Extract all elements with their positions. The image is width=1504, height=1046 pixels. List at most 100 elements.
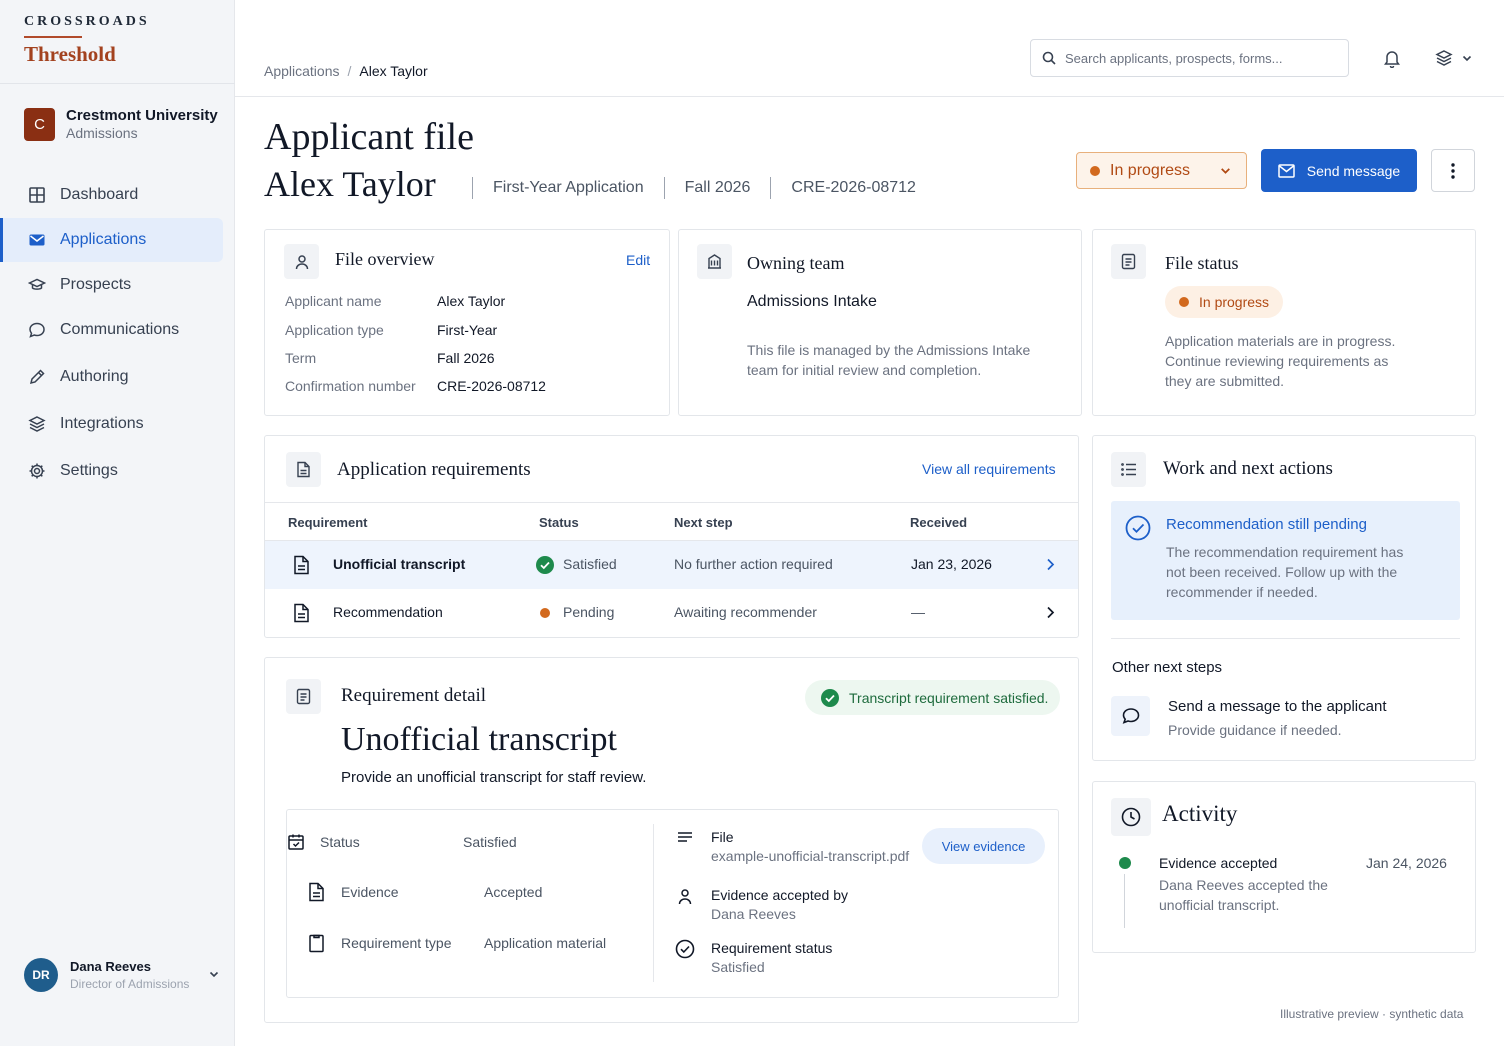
field-label: Confirmation number bbox=[285, 378, 416, 394]
pencil-icon bbox=[29, 369, 45, 385]
status-dropdown[interactable]: In progress bbox=[1076, 152, 1247, 189]
detail-value: Application material bbox=[484, 935, 607, 951]
detail-requirement-status-label: Requirement status bbox=[711, 940, 833, 956]
view-all-requirements-link[interactable]: View all requirements bbox=[922, 461, 1056, 477]
sidebar-item-integrations[interactable]: Integrations bbox=[0, 402, 223, 446]
requirement-subtitle: Provide an unofficial transcript for sta… bbox=[341, 769, 647, 786]
chevron-right-icon bbox=[1047, 558, 1055, 571]
pending-alert[interactable]: Recommendation still pending The recomme… bbox=[1111, 501, 1460, 620]
card-title: Owning team bbox=[747, 253, 845, 273]
requirement-received: — bbox=[911, 604, 925, 620]
team-description: This file is managed by the Admissions I… bbox=[747, 342, 1031, 378]
field-value: CRE-2026-08712 bbox=[437, 378, 546, 394]
detail-value: Accepted bbox=[484, 884, 543, 900]
field-confirmation-number: Confirmation number CRE-2026-08712 bbox=[285, 378, 645, 398]
table-header: Requirement Status Next step Received bbox=[265, 502, 1078, 541]
meta-separator bbox=[663, 177, 665, 199]
sidebar-item-applications[interactable]: Applications bbox=[0, 218, 223, 262]
timeline-line bbox=[1124, 874, 1125, 928]
divider bbox=[1111, 638, 1460, 639]
table-row[interactable]: Recommendation Pending Awaiting recommen… bbox=[265, 589, 1078, 637]
search-icon bbox=[1042, 51, 1056, 65]
grid-icon bbox=[29, 187, 45, 203]
org-sub: Admissions bbox=[66, 125, 138, 141]
org-switcher[interactable]: C Crestmont University Admissions bbox=[24, 107, 218, 141]
status-label: In progress bbox=[1110, 161, 1191, 179]
bell-icon[interactable] bbox=[1383, 49, 1401, 68]
document-icon bbox=[309, 882, 324, 902]
check-circle-icon bbox=[821, 688, 839, 707]
next-step-title: Send a message to the applicant bbox=[1168, 698, 1387, 715]
requirement-title: Unofficial transcript bbox=[341, 721, 618, 758]
sidebar-item-dashboard[interactable]: Dashboard bbox=[0, 173, 223, 217]
sidebar-item-label: Authoring bbox=[60, 368, 129, 385]
breadcrumb-separator: / bbox=[347, 63, 352, 79]
detail-label: Evidence bbox=[341, 884, 399, 900]
more-options-button[interactable] bbox=[1431, 149, 1475, 192]
breadcrumb-parent[interactable]: Applications bbox=[264, 63, 340, 79]
table-row[interactable]: Unofficial transcript Satisfied No furth… bbox=[265, 541, 1078, 589]
person-icon bbox=[284, 244, 319, 279]
team-name: Admissions Intake bbox=[747, 293, 877, 310]
requirement-detail-card: Requirement detail Transcript requiremen… bbox=[264, 657, 1079, 1023]
check-circle-icon bbox=[536, 556, 554, 574]
activity-date: Jan 24, 2026 bbox=[1366, 855, 1447, 871]
document-icon bbox=[286, 679, 321, 714]
detail-value: Satisfied bbox=[463, 834, 517, 850]
clipboard-icon bbox=[309, 934, 324, 953]
send-message-button[interactable]: Send message bbox=[1261, 149, 1417, 192]
sidebar-item-communications[interactable]: Communications bbox=[0, 308, 223, 352]
status-description: Application materials are in progress. C… bbox=[1165, 333, 1396, 389]
chat-icon bbox=[1111, 696, 1150, 736]
requirement-name: Unofficial transcript bbox=[333, 556, 466, 572]
clock-icon bbox=[1111, 798, 1151, 836]
card-title: Work and next actions bbox=[1163, 458, 1333, 479]
graduation-cap-icon bbox=[28, 278, 46, 290]
field-label: Term bbox=[285, 350, 317, 366]
sidebar-item-label: Communications bbox=[60, 321, 180, 338]
breadcrumb-current: Alex Taylor bbox=[359, 63, 428, 79]
detail-requirement-status-value: Satisfied bbox=[711, 959, 765, 975]
sidebar: CROSSROADS Threshold C Crestmont Univers… bbox=[0, 0, 235, 1046]
card-title: File status bbox=[1165, 253, 1239, 273]
sidebar-item-settings[interactable]: Settings bbox=[0, 449, 223, 493]
card-title: File overview bbox=[335, 249, 435, 269]
sidebar-item-label: Integrations bbox=[60, 415, 144, 432]
workspace-switcher[interactable] bbox=[1435, 49, 1473, 67]
detail-accepted-by-value: Dana Reeves bbox=[711, 906, 796, 922]
field-term: Term Fall 2026 bbox=[285, 350, 645, 370]
document-icon bbox=[294, 555, 309, 575]
search-input[interactable] bbox=[1065, 50, 1335, 66]
column-header: Received bbox=[910, 515, 968, 530]
field-application-type: Application type First-Year bbox=[285, 322, 645, 342]
sidebar-item-prospects[interactable]: Prospects bbox=[0, 263, 223, 307]
mail-icon bbox=[1278, 163, 1295, 178]
other-steps-label: Other next steps bbox=[1112, 659, 1223, 676]
edit-link[interactable]: Edit bbox=[626, 252, 650, 268]
user-name: Dana Reeves bbox=[70, 959, 151, 974]
section-title: Requirement detail bbox=[341, 685, 487, 706]
next-step-item[interactable]: Send a message to the applicant Provide … bbox=[1111, 695, 1460, 745]
search-box[interactable] bbox=[1030, 39, 1349, 77]
detail-label: Requirement type bbox=[341, 935, 452, 951]
timeline-dot bbox=[1119, 857, 1131, 869]
status-badge-label: In progress bbox=[1199, 294, 1270, 310]
brand-top: CROSSROADS bbox=[24, 14, 150, 29]
meta-separator bbox=[472, 177, 473, 199]
view-evidence-button[interactable]: View evidence bbox=[922, 828, 1045, 864]
building-icon bbox=[697, 244, 732, 279]
brand-logo[interactable]: CROSSROADS Threshold bbox=[24, 14, 150, 67]
user-menu[interactable]: DR Dana Reeves Director of Admissions bbox=[24, 958, 220, 992]
layers-icon bbox=[1435, 50, 1453, 66]
detail-row-evidence: Evidence Accepted bbox=[308, 882, 648, 902]
requirement-received: Jan 23, 2026 bbox=[911, 556, 992, 572]
sidebar-item-authoring[interactable]: Authoring bbox=[0, 355, 223, 399]
requirement-status: Satisfied bbox=[563, 556, 617, 572]
sidebar-item-label: Prospects bbox=[60, 276, 132, 293]
alert-title: Recommendation still pending bbox=[1166, 516, 1367, 533]
owning-team-card: Owning team Admissions Intake This file … bbox=[678, 229, 1082, 416]
footer-note: Illustrative preview · synthetic data bbox=[1280, 1007, 1464, 1021]
detail-row-status: Status Satisfied bbox=[287, 832, 647, 852]
column-header: Next step bbox=[674, 515, 733, 530]
detail-file-name[interactable]: example-unofficial-transcript.pdf bbox=[711, 848, 909, 864]
